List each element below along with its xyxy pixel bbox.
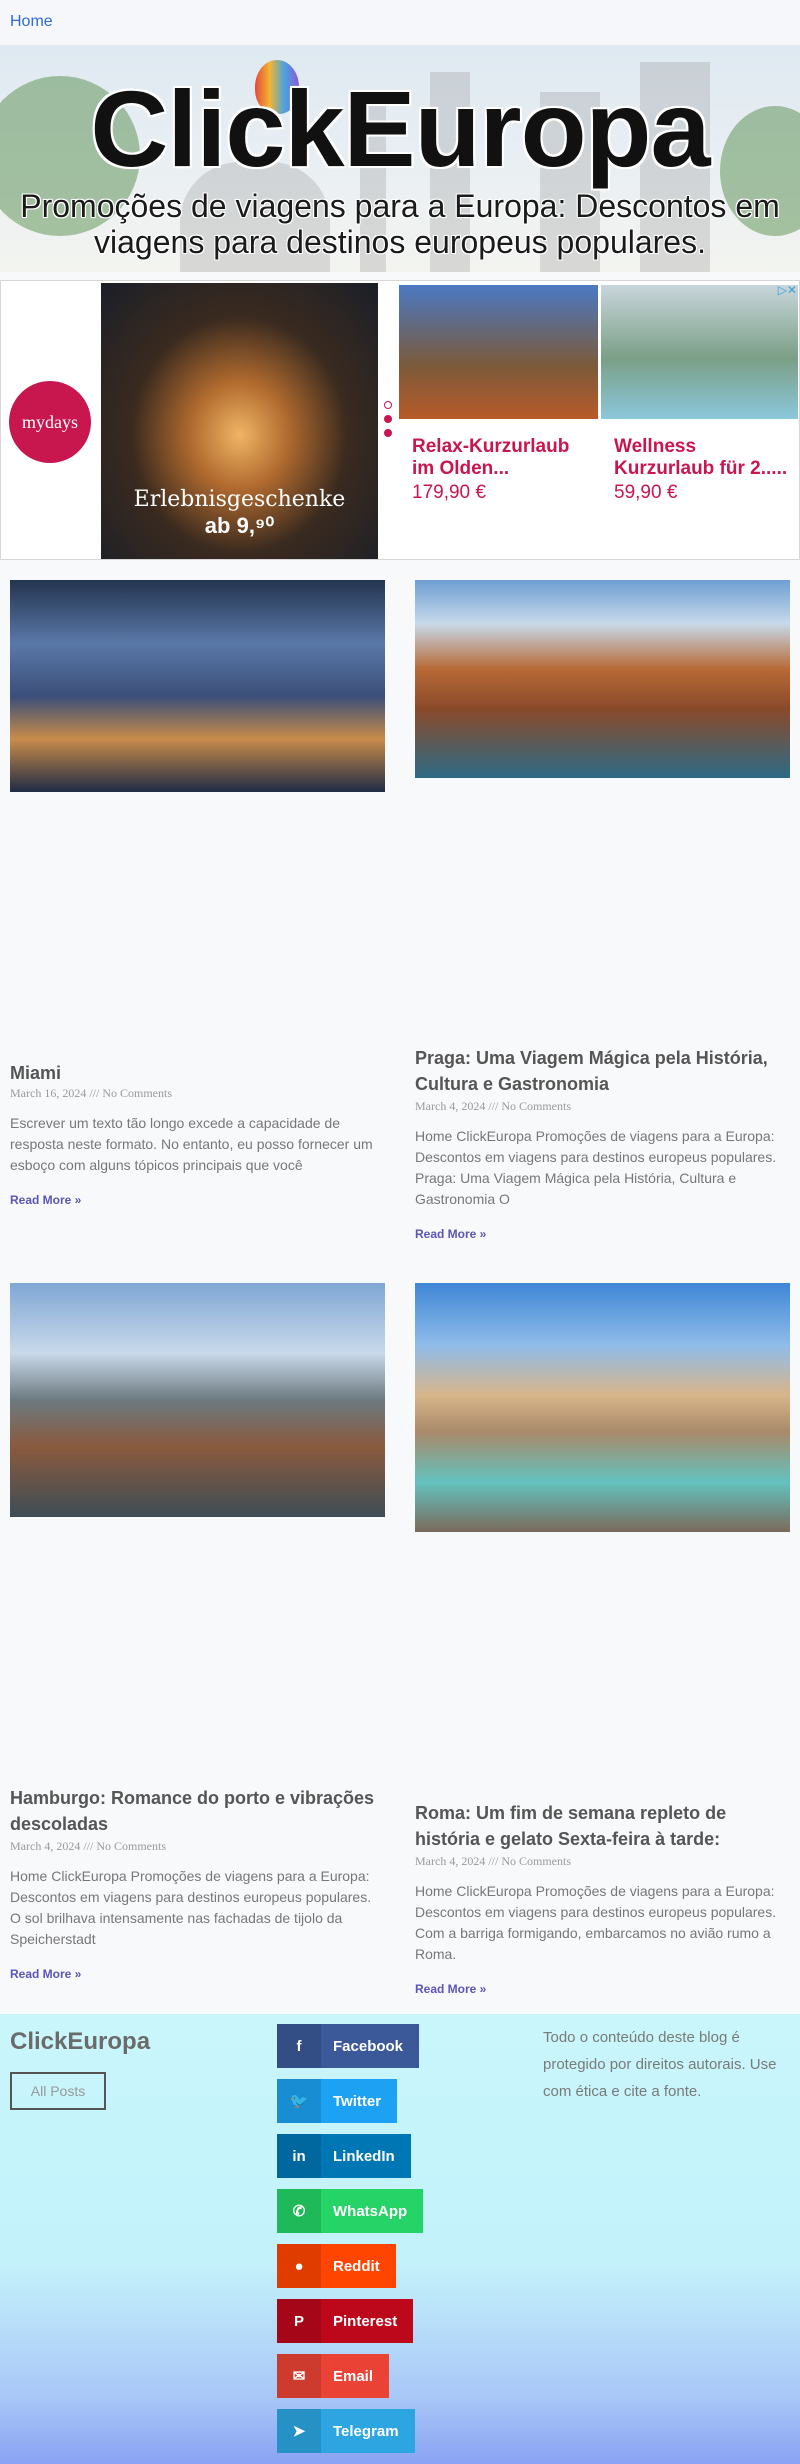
post-card-hamburgo: Hamburgo: Romance do porto e vibrações d… (10, 1283, 385, 1983)
linkedin-icon: in (277, 2134, 321, 2178)
post-title[interactable]: Hamburgo: Romance do porto e vibrações d… (10, 1785, 385, 1837)
share-label: WhatsApp (333, 2202, 408, 2220)
post-image[interactable] (10, 1283, 385, 1517)
ad-offer-price-1: 179,90 € (412, 482, 486, 503)
read-more-link[interactable]: Read More » (10, 1967, 81, 1981)
post-meta: March 4, 2024 /// No Comments (10, 1839, 166, 1853)
ad-offer-image-2[interactable] (601, 285, 798, 419)
read-more-link[interactable]: Read More » (10, 1193, 81, 1207)
pinterest-icon: P (277, 2299, 321, 2343)
share-facebook-button[interactable]: f Facebook (277, 2024, 420, 2068)
twitter-icon: 🐦 (277, 2079, 321, 2123)
copyright-notice: Todo o conteúdo deste blog é protegido p… (543, 2029, 777, 2100)
site-title: ClickEuropa (90, 68, 710, 189)
facebook-icon: f (277, 2024, 321, 2068)
adchoices-icon[interactable]: ▷✕ (778, 283, 797, 297)
share-reddit-button[interactable]: ● Reddit (277, 2244, 396, 2288)
all-posts-button[interactable]: All Posts (10, 2072, 106, 2110)
read-more-link[interactable]: Read More » (415, 1982, 486, 1996)
post-title[interactable]: Roma: Um fim de semana repleto de histór… (415, 1800, 790, 1852)
share-label: LinkedIn (333, 2147, 395, 2165)
post-image[interactable] (415, 580, 790, 778)
ad-offer-image-1[interactable] (399, 285, 598, 419)
ad-offer-title-2[interactable]: Wellness Kurzurlaub für 2..... (614, 436, 794, 480)
post-excerpt: Home ClickEuropa Promoções de viagens pa… (415, 1883, 777, 1962)
ad-hero-image[interactable]: Erlebnisgeschenke ab 9,⁹⁰ (101, 283, 378, 559)
share-pinterest-button[interactable]: P Pinterest (277, 2299, 414, 2343)
share-label: Twitter (333, 2092, 382, 2110)
ad-tagline: Erlebnisgeschenke (133, 487, 346, 512)
post-card-miami: Miami March 16, 2024 /// No Comments Esc… (10, 580, 385, 1220)
reddit-icon: ● (277, 2244, 321, 2288)
top-nav: Home (0, 0, 800, 46)
share-label: Facebook (333, 2037, 404, 2055)
email-icon: ✉ (277, 2354, 321, 2398)
share-label: Pinterest (333, 2312, 398, 2330)
post-card-praga: Praga: Uma Viagem Mágica pela História, … (415, 580, 790, 1241)
post-excerpt: Escrever um texto tão longo excede a cap… (10, 1115, 373, 1173)
share-twitter-button[interactable]: 🐦 Twitter (277, 2079, 398, 2123)
share-linkedin-button[interactable]: in LinkedIn (277, 2134, 411, 2178)
post-card-roma: Roma: Um fim de semana repleto de histór… (415, 1283, 790, 1998)
share-email-button[interactable]: ✉ Email (277, 2354, 390, 2398)
site-subtitle: Promoções de viagens para a Europa: Desc… (20, 188, 780, 260)
ad-offer-title-1[interactable]: Relax-Kurzurlaub im Olden... (412, 436, 592, 480)
post-meta: March 4, 2024 /// No Comments (415, 1099, 571, 1113)
post-title[interactable]: Miami (10, 1060, 385, 1086)
footer-brand: ClickEuropa (10, 2028, 151, 2055)
read-more-link[interactable]: Read More » (415, 1227, 486, 1241)
ad-carousel-dots[interactable] (384, 401, 394, 443)
share-label: Reddit (333, 2257, 380, 2275)
whatsapp-icon: ✆ (277, 2189, 321, 2233)
ad-brand-logo[interactable]: mydays (9, 381, 91, 463)
post-meta: March 4, 2024 /// No Comments (415, 1854, 571, 1868)
post-excerpt: Home ClickEuropa Promoções de viagens pa… (415, 1128, 777, 1207)
home-link[interactable]: Home (10, 13, 53, 31)
advertisement-banner[interactable]: mydays Erlebnisgeschenke ab 9,⁹⁰ Relax-K… (0, 280, 800, 560)
post-excerpt: Home ClickEuropa Promoções de viagens pa… (10, 1868, 372, 1947)
ad-offer-price-2: 59,90 € (614, 482, 678, 503)
post-image[interactable] (415, 1283, 790, 1532)
post-title[interactable]: Praga: Uma Viagem Mágica pela História, … (415, 1045, 790, 1097)
hero-banner: ClickEuropa Promoções de viagens para a … (0, 46, 800, 272)
post-image[interactable] (10, 580, 385, 792)
telegram-icon: ➤ (277, 2409, 321, 2453)
post-meta: March 16, 2024 /// No Comments (10, 1086, 172, 1100)
ad-price-tagline: ab 9,⁹⁰ (204, 513, 275, 538)
share-label: Telegram (333, 2422, 399, 2440)
site-footer: ClickEuropa All Posts f Facebook 🐦 Twitt… (0, 2014, 800, 2464)
share-telegram-button[interactable]: ➤ Telegram (277, 2409, 415, 2453)
share-whatsapp-button[interactable]: ✆ WhatsApp (277, 2189, 424, 2233)
share-label: Email (333, 2367, 374, 2385)
